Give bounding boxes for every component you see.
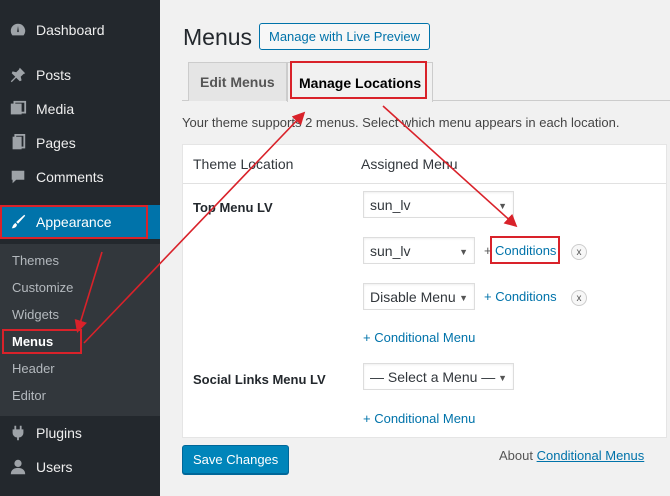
live-preview-button[interactable]: Manage with Live Preview <box>259 23 431 50</box>
select-value: — Select a Menu — <box>370 368 496 385</box>
sidebar-item-label: Comments <box>36 169 104 185</box>
pin-icon <box>0 66 36 84</box>
header-divider <box>183 183 666 184</box>
remove-condition-button-1[interactable]: x <box>571 244 587 260</box>
chevron-down-icon: ▼ <box>459 247 468 257</box>
sidebar-item-plugins[interactable]: Plugins <box>0 416 160 450</box>
users-icon <box>0 458 36 476</box>
submenu-widgets[interactable]: Widgets <box>12 307 59 322</box>
dashboard-icon <box>0 21 36 39</box>
submenu-customize[interactable]: Customize <box>12 280 73 295</box>
tab-edit-menus[interactable]: Edit Menus <box>188 62 287 101</box>
sidebar-item-label: Pages <box>36 135 76 151</box>
sidebar-item-label: Appearance <box>36 214 112 230</box>
sidebar-item-appearance[interactable]: Appearance <box>0 205 160 239</box>
sidebar-item-label: Users <box>36 459 73 475</box>
conditional-menus-link[interactable]: Conditional Menus <box>537 448 645 463</box>
select-value: Disable Menu <box>370 288 456 305</box>
add-conditional-menu-link-2[interactable]: + Conditional Menu <box>363 411 475 426</box>
submenu-themes[interactable]: Themes <box>12 253 59 268</box>
remove-condition-button-2[interactable]: x <box>571 290 587 306</box>
main-content: Menus Manage with Live Preview Edit Menu… <box>160 0 670 496</box>
about-text: About Conditional Menus <box>499 448 644 463</box>
tab-manage-locations[interactable]: Manage Locations <box>287 62 434 102</box>
chevron-down-icon: ▼ <box>459 293 468 303</box>
sidebar-item-label: Media <box>36 101 75 117</box>
location-label-top-menu: Top Menu LV <box>193 200 273 215</box>
about-prefix: About <box>499 448 537 463</box>
page-title: Menus <box>183 24 253 50</box>
select-value: sun_lv <box>370 196 411 213</box>
intro-text: Your theme supports 2 menus. Select whic… <box>182 115 620 130</box>
sidebar-item-media[interactable]: Media <box>0 92 160 126</box>
admin-sidebar: Dashboard Posts Media Pages Comments App… <box>0 0 160 496</box>
conditional-menu-select-2[interactable]: Disable Menu ▼ <box>363 283 475 310</box>
chevron-down-icon: ▼ <box>498 373 507 383</box>
sidebar-item-comments[interactable]: Comments <box>0 160 160 194</box>
conditions-link-2[interactable]: + Conditions <box>484 289 557 304</box>
social-menu-select[interactable]: — Select a Menu — ▼ <box>363 363 514 390</box>
column-header-menu: Assigned Menu <box>361 156 458 172</box>
save-changes-button[interactable]: Save Changes <box>182 445 290 474</box>
pages-icon <box>0 134 36 152</box>
plus-sign: + <box>484 243 492 258</box>
sidebar-item-posts[interactable]: Posts <box>0 58 160 92</box>
submenu-header[interactable]: Header <box>12 361 55 376</box>
plugins-icon <box>0 424 36 442</box>
appearance-submenu: Themes Customize Widgets Menus Header Ed… <box>0 244 160 416</box>
brush-icon <box>0 213 36 231</box>
select-value: sun_lv <box>370 242 411 259</box>
sidebar-item-pages[interactable]: Pages <box>0 126 160 160</box>
conditional-menu-select-1[interactable]: sun_lv ▼ <box>363 237 475 264</box>
sidebar-item-label: Posts <box>36 67 72 83</box>
top-menu-select[interactable]: sun_lv ▼ <box>363 191 514 218</box>
chevron-down-icon: ▼ <box>498 201 507 211</box>
add-conditional-menu-link-1[interactable]: + Conditional Menu <box>363 330 475 345</box>
sidebar-item-label: Dashboard <box>36 22 105 38</box>
comments-icon <box>0 168 36 186</box>
location-label-social-menu: Social Links Menu LV <box>193 372 326 387</box>
column-header-location: Theme Location <box>193 156 294 172</box>
submenu-editor[interactable]: Editor <box>12 388 46 403</box>
locations-table: Theme Location Assigned Menu Top Menu LV… <box>182 144 667 438</box>
sidebar-item-users[interactable]: Users <box>0 450 160 484</box>
sidebar-item-dashboard[interactable]: Dashboard <box>0 13 160 47</box>
conditions-link-1[interactable]: Conditions <box>495 243 556 258</box>
submenu-menus[interactable]: Menus <box>12 334 53 349</box>
sidebar-item-label: Plugins <box>36 425 82 441</box>
media-icon <box>0 100 36 118</box>
